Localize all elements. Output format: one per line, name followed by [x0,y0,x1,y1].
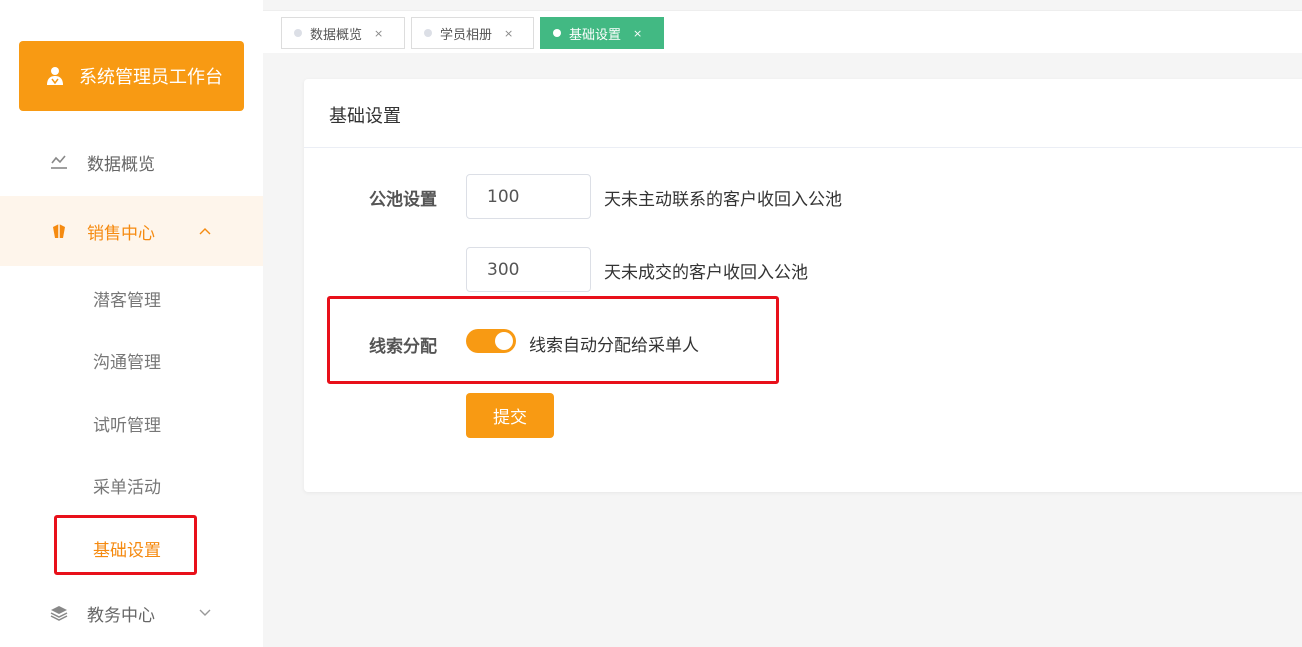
sidebar-item-label: 销售中心 [87,223,155,244]
tab-dot [424,29,432,37]
tab-data-overview[interactable]: 数据概览 × [281,17,405,49]
sidebar-item-data-overview[interactable]: 数据概览 [0,147,263,177]
submit-button[interactable]: 提交 [466,393,554,438]
pool-suffix-1: 天未主动联系的客户收回入公池 [604,190,842,210]
sidebar-item-label: 教务中心 [87,605,155,626]
sidebar-subitem-campaign[interactable]: 采单活动 [93,473,161,498]
chart-line-icon [50,153,68,171]
tab-label: 学员相册 [440,27,493,43]
close-icon[interactable]: × [633,27,642,40]
sidebar-subitem-communication[interactable]: 沟通管理 [93,348,161,373]
workbench-label: 系统管理员工作台 [79,67,223,88]
tab-basic-settings[interactable]: 基础设置 × [540,17,664,49]
layers-icon [50,604,68,622]
settings-card: 基础设置 公池设置 天未主动联系的客户收回入公池 天未成交的客户收回入公池 线索… [304,79,1302,492]
pool-suffix-2: 天未成交的客户收回入公池 [604,263,808,283]
tab-student-album[interactable]: 学员相册 × [411,17,534,49]
sidebar-subitem-trial[interactable]: 试听管理 [93,411,161,436]
tab-bar: 数据概览 × 学员相册 × 基础设置 × [263,10,1302,53]
chevron-down-icon[interactable] [198,606,212,620]
tab-label: 数据概览 [310,27,363,43]
highlight-box [327,296,779,384]
chevron-up-icon[interactable] [198,224,212,238]
bag-icon [50,222,68,240]
card-header: 基础设置 [304,79,1302,148]
sidebar-subitem-leads[interactable]: 潜客管理 [93,286,161,311]
close-icon[interactable]: × [504,27,513,40]
tab-dot [294,29,302,37]
pool-days-input-2[interactable] [466,247,591,292]
tab-label: 基础设置 [569,27,622,43]
sidebar-item-sales-center[interactable]: 销售中心 [0,196,263,266]
workbench-button[interactable]: 系统管理员工作台 [19,41,244,111]
highlight-box [54,515,197,575]
close-icon[interactable]: × [374,27,383,40]
user-group-icon [45,66,65,86]
pool-settings-label: 公池设置 [369,190,437,210]
card-title: 基础设置 [329,106,401,127]
tab-dot [553,29,561,37]
pool-days-input-1[interactable] [466,174,591,219]
sidebar-item-label: 数据概览 [87,154,155,175]
sidebar-item-academic-center[interactable]: 教务中心 [0,598,263,628]
